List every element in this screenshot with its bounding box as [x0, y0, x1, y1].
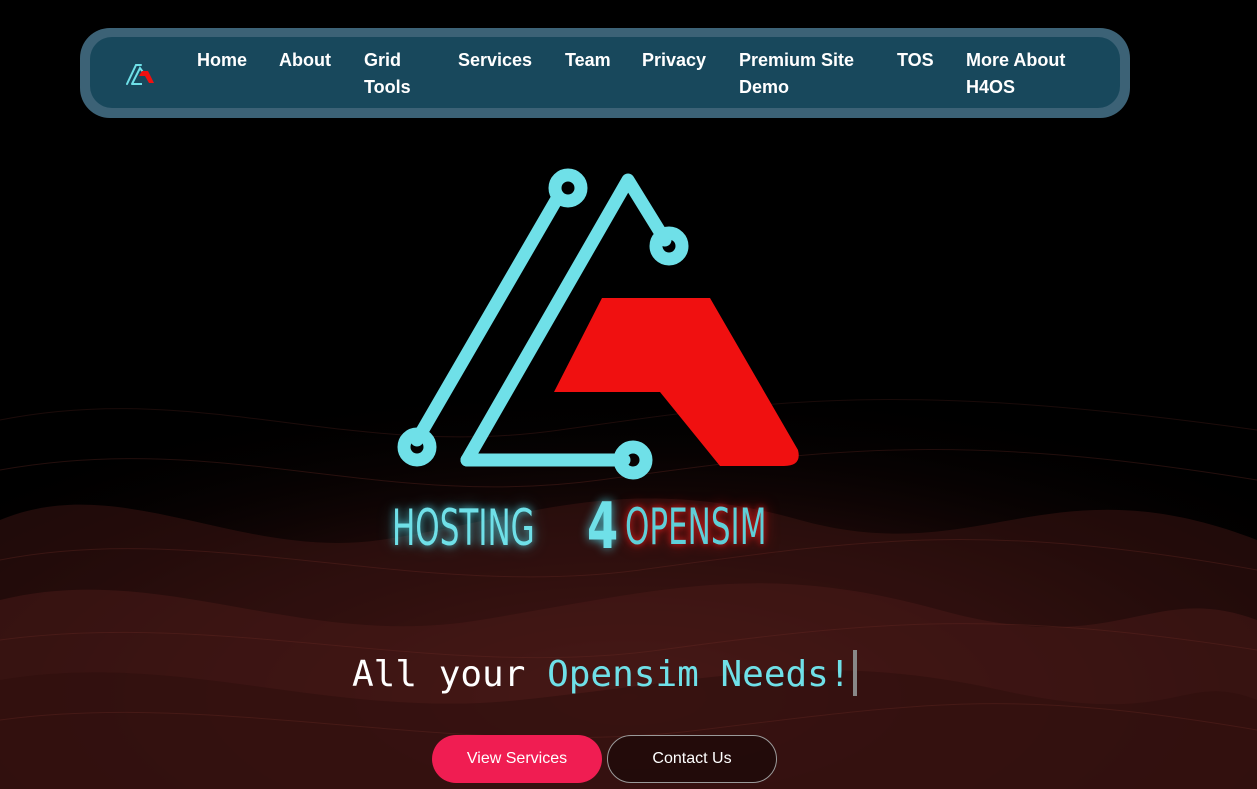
tagline-plain-text: All your	[352, 654, 548, 695]
nav-privacy-link[interactable]: Privacy	[642, 47, 706, 74]
main-navbar: Home About Grid Tools Services Team Priv…	[80, 28, 1130, 118]
brand-4-text: 4	[587, 490, 619, 564]
tagline-accent-text: Opensim Needs!	[547, 654, 851, 695]
nav-services-link[interactable]: Services	[458, 47, 532, 74]
nav-tos-link[interactable]: TOS	[897, 47, 934, 74]
nav-team-link[interactable]: Team	[565, 47, 611, 74]
view-services-button[interactable]: View Services	[432, 735, 602, 783]
nav-about-link[interactable]: About	[279, 47, 331, 74]
contact-us-button[interactable]: Contact Us	[607, 735, 777, 783]
nav-home-link[interactable]: Home	[197, 47, 247, 74]
typing-cursor	[852, 650, 857, 696]
h4os-logo-icon[interactable]	[124, 61, 156, 87]
nav-more-about-h4os-link[interactable]: More About H4OS	[966, 47, 1086, 101]
brand-wordmark: HOSTING 4 OPENSIM	[392, 488, 832, 568]
hero-tagline: All your Opensim Needs!	[352, 650, 857, 700]
brand-opensim-text: OPENSIM	[625, 498, 767, 556]
nav-grid-tools-link[interactable]: Grid Tools	[364, 47, 424, 101]
brand-hosting-text: HOSTING	[392, 499, 535, 557]
nav-premium-site-demo-link[interactable]: Premium Site Demo	[739, 47, 869, 101]
